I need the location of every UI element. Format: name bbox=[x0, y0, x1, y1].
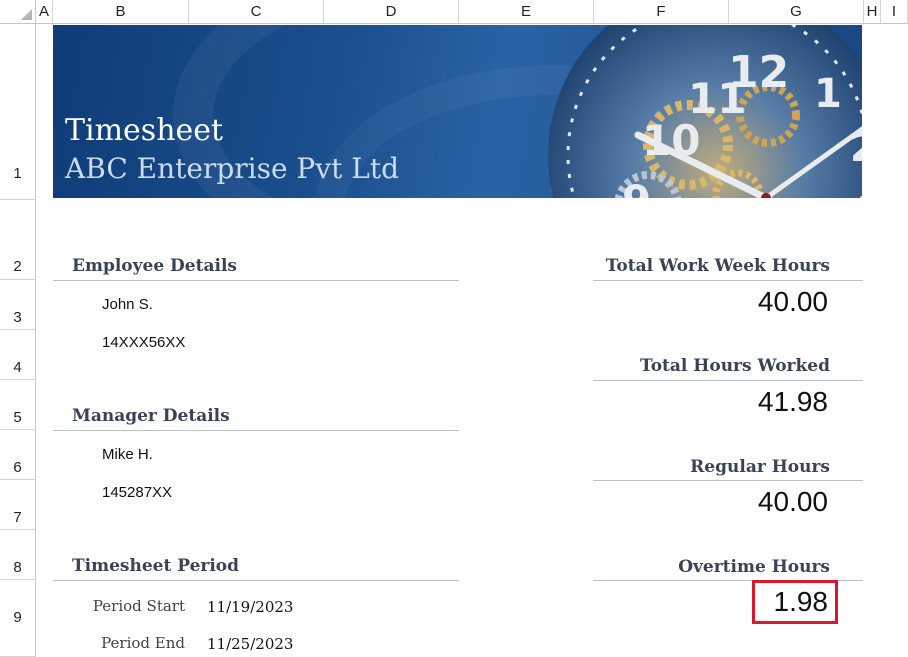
row-header-2[interactable]: 2 bbox=[0, 200, 36, 280]
period-start-label: Period Start bbox=[92, 597, 185, 615]
overtime-hours-label: Overtime Hours bbox=[678, 557, 830, 577]
period-start-value[interactable]: 11/19/2023 bbox=[207, 598, 293, 616]
clock-numeral-9: 9 bbox=[622, 176, 651, 198]
regular-hours-divider bbox=[593, 480, 863, 481]
column-header-g[interactable]: G bbox=[729, 0, 864, 24]
employee-details-heading: Employee Details bbox=[72, 256, 237, 276]
clock-gears-image: 12 1 2 9 10 11 bbox=[548, 25, 862, 198]
row-header-1[interactable]: 1 bbox=[0, 24, 36, 200]
overtime-highlight-box bbox=[752, 580, 838, 624]
select-all-icon bbox=[21, 9, 32, 20]
employee-id[interactable]: 14XXX56XX bbox=[102, 334, 185, 351]
row-header-4[interactable]: 4 bbox=[0, 330, 36, 380]
clock-numeral-1: 1 bbox=[814, 71, 842, 117]
column-header-b[interactable]: B bbox=[53, 0, 189, 24]
column-header-c[interactable]: C bbox=[189, 0, 324, 24]
column-header-a[interactable]: A bbox=[36, 0, 53, 24]
column-header-e[interactable]: E bbox=[459, 0, 594, 24]
timesheet-title: Timesheet bbox=[65, 113, 224, 148]
column-header-i[interactable]: I bbox=[881, 0, 908, 24]
row-header-3[interactable]: 3 bbox=[0, 280, 36, 330]
period-divider bbox=[53, 580, 459, 581]
total-work-week-hours-label: Total Work Week Hours bbox=[605, 256, 830, 276]
hours-worked-divider bbox=[593, 380, 863, 381]
total-hours-worked-label: Total Hours Worked bbox=[640, 356, 830, 376]
clock-numeral-10: 10 bbox=[642, 116, 700, 165]
row-header-6[interactable]: 6 bbox=[0, 430, 36, 480]
period-end-label: Period End bbox=[101, 634, 185, 652]
regular-hours-label: Regular Hours bbox=[690, 457, 830, 477]
period-end-value[interactable]: 11/25/2023 bbox=[207, 635, 293, 653]
total-work-week-hours-value[interactable]: 40.00 bbox=[628, 286, 828, 318]
clock-numeral-2: 2 bbox=[850, 125, 862, 171]
select-all-corner[interactable] bbox=[0, 0, 36, 24]
manager-details-heading: Manager Details bbox=[72, 406, 230, 426]
company-name: ABC Enterprise Pvt Ltd bbox=[65, 152, 400, 185]
row-header-9[interactable]: 9 bbox=[0, 580, 36, 657]
clock-numeral-11: 11 bbox=[688, 74, 746, 123]
column-header-d[interactable]: D bbox=[324, 0, 459, 24]
timesheet-banner: 12 1 2 9 10 11 Timesheet ABC Enterprise … bbox=[53, 25, 862, 198]
work-week-divider bbox=[593, 280, 863, 281]
column-header-h[interactable]: H bbox=[864, 0, 881, 24]
employee-divider bbox=[53, 280, 459, 281]
manager-divider bbox=[53, 430, 459, 431]
regular-hours-value[interactable]: 40.00 bbox=[628, 486, 828, 518]
manager-name[interactable]: Mike H. bbox=[102, 446, 153, 463]
row-header-5[interactable]: 5 bbox=[0, 380, 36, 430]
total-hours-worked-value[interactable]: 41.98 bbox=[628, 386, 828, 418]
timesheet-period-heading: Timesheet Period bbox=[72, 556, 240, 576]
row-header-8[interactable]: 8 bbox=[0, 530, 36, 580]
column-header-f[interactable]: F bbox=[594, 0, 729, 24]
manager-id[interactable]: 145287XX bbox=[102, 484, 172, 501]
employee-name[interactable]: John S. bbox=[102, 296, 153, 313]
row-header-7[interactable]: 7 bbox=[0, 480, 36, 530]
